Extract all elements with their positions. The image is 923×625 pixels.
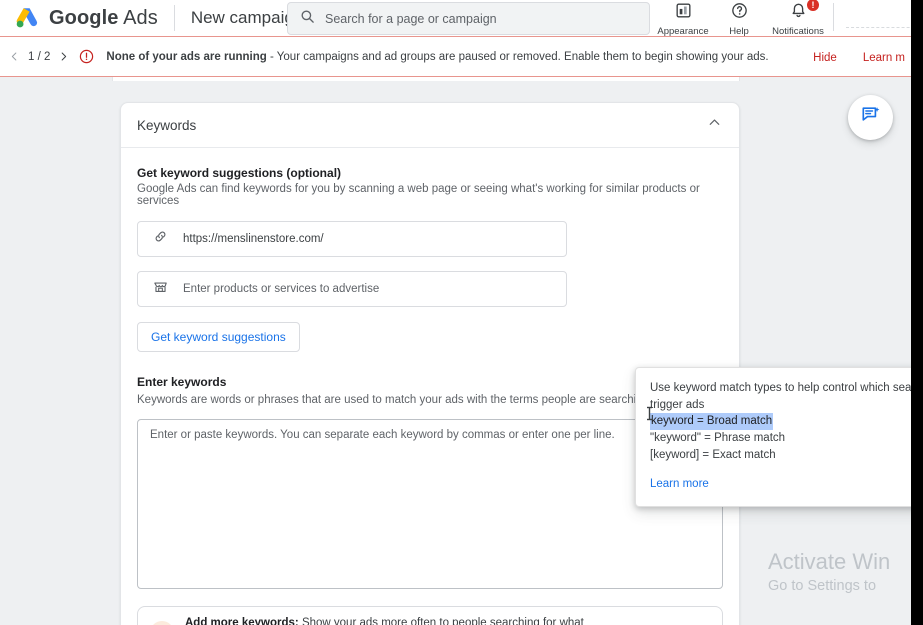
- keyword-suggestions-heading: Get keyword suggestions (optional): [137, 166, 342, 180]
- products-services-field[interactable]: Enter products or services to advertise: [137, 271, 567, 307]
- appearance-button[interactable]: Appearance: [655, 0, 711, 37]
- enter-keywords-description: Keywords are words or phrases that are u…: [137, 394, 666, 406]
- chevron-left-icon[interactable]: [8, 50, 21, 63]
- website-url-value: https://menslinenstore.com/: [183, 233, 324, 245]
- account-divider: [833, 3, 834, 31]
- tooltip-exact-match: [keyword] = Exact match: [650, 448, 776, 461]
- appearance-label: Appearance: [657, 26, 709, 37]
- appbar-divider: [173, 5, 175, 31]
- search-box[interactable]: Search for a page or campaign: [287, 2, 650, 35]
- google-ads-new-campaign-screen: Google Ads New campaign Search for a pag…: [0, 0, 923, 625]
- brand-ads-label: Ads: [123, 6, 158, 29]
- notifications-button[interactable]: ! Notifications: [767, 0, 829, 37]
- error-exclamation-icon: [78, 48, 95, 65]
- storefront-icon: [152, 278, 169, 300]
- keywords-card-title: Keywords: [137, 117, 197, 133]
- search-icon: [300, 9, 315, 29]
- top-app-bar: Google Ads New campaign Search for a pag…: [0, 0, 923, 37]
- alert-page-indicator: 1 / 2: [28, 50, 51, 63]
- tooltip-line-1: Use keyword match types to help control …: [650, 382, 923, 394]
- add-more-keywords-text: Add more keywords: Show your ads more of…: [185, 615, 599, 625]
- website-url-field[interactable]: https://menslinenstore.com/: [137, 221, 567, 257]
- previous-card-sliver: [112, 77, 740, 81]
- search-input-placeholder: Search for a page or campaign: [325, 11, 497, 26]
- tooltip-broad-match-selected[interactable]: keyword = Broad match: [650, 413, 774, 431]
- feedback-fab-button[interactable]: [848, 95, 893, 140]
- tooltip-phrase-match: "keyword" = Phrase match: [650, 432, 786, 445]
- appearance-icon: [674, 1, 693, 25]
- add-more-keywords-title: Add more keywords:: [185, 617, 299, 625]
- appbar-actions: Appearance Help ! Notifications: [655, 0, 923, 37]
- tooltip-broad-match-row: keyword = Broad match: [650, 413, 910, 431]
- get-keyword-suggestions-button[interactable]: Get keyword suggestions: [137, 322, 300, 352]
- alert-bar: 1 / 2 None of your ads are running - You…: [0, 36, 911, 77]
- chevron-up-icon[interactable]: [706, 114, 723, 136]
- alert-pager: 1 / 2: [0, 50, 70, 63]
- keywords-card-header[interactable]: Keywords: [121, 103, 739, 148]
- match-types-tooltip: Use keyword match types to help control …: [635, 367, 923, 508]
- add-more-keywords-suggestion: Add more keywords: Show your ads more of…: [137, 606, 723, 625]
- page-content: Keywords Get keyword suggestions (option…: [0, 77, 911, 625]
- alert-detail: - Your campaigns and ad groups are pause…: [266, 50, 769, 63]
- brand-text: Google Ads: [49, 7, 158, 30]
- tooltip-line-2: trigger ads: [650, 398, 705, 411]
- alert-message: None of your ads are running - Your camp…: [106, 51, 768, 63]
- google-ads-logo-icon: [14, 6, 40, 30]
- feedback-add-icon: [860, 104, 882, 131]
- help-label: Help: [729, 26, 749, 37]
- text-cursor-icon: [646, 406, 653, 421]
- screenshot-crop-edge: [911, 0, 923, 625]
- link-icon: [152, 228, 169, 250]
- alert-hide-link[interactable]: Hide: [813, 52, 837, 64]
- help-icon: [730, 1, 749, 25]
- brand-google-label: Google: [49, 6, 119, 29]
- alert-headline: None of your ads are running: [106, 50, 267, 63]
- alert-links: Hide Learn m: [813, 37, 911, 78]
- keywords-card: Keywords Get keyword suggestions (option…: [120, 102, 740, 625]
- notifications-bell-icon: [789, 1, 808, 25]
- chevron-right-icon[interactable]: [57, 50, 70, 63]
- keyword-search-icon: [150, 620, 174, 625]
- notifications-label: Notifications: [772, 26, 824, 37]
- keyword-suggestions-description: Google Ads can find keywords for you by …: [137, 183, 700, 207]
- products-services-placeholder: Enter products or services to advertise: [183, 283, 380, 295]
- tooltip-learn-more-link[interactable]: Learn more: [650, 478, 709, 490]
- brand-logo-group[interactable]: Google Ads: [0, 6, 158, 30]
- notifications-badge: !: [807, 0, 819, 11]
- help-button[interactable]: Help: [711, 0, 767, 37]
- alert-learn-more-link[interactable]: Learn m: [863, 52, 905, 64]
